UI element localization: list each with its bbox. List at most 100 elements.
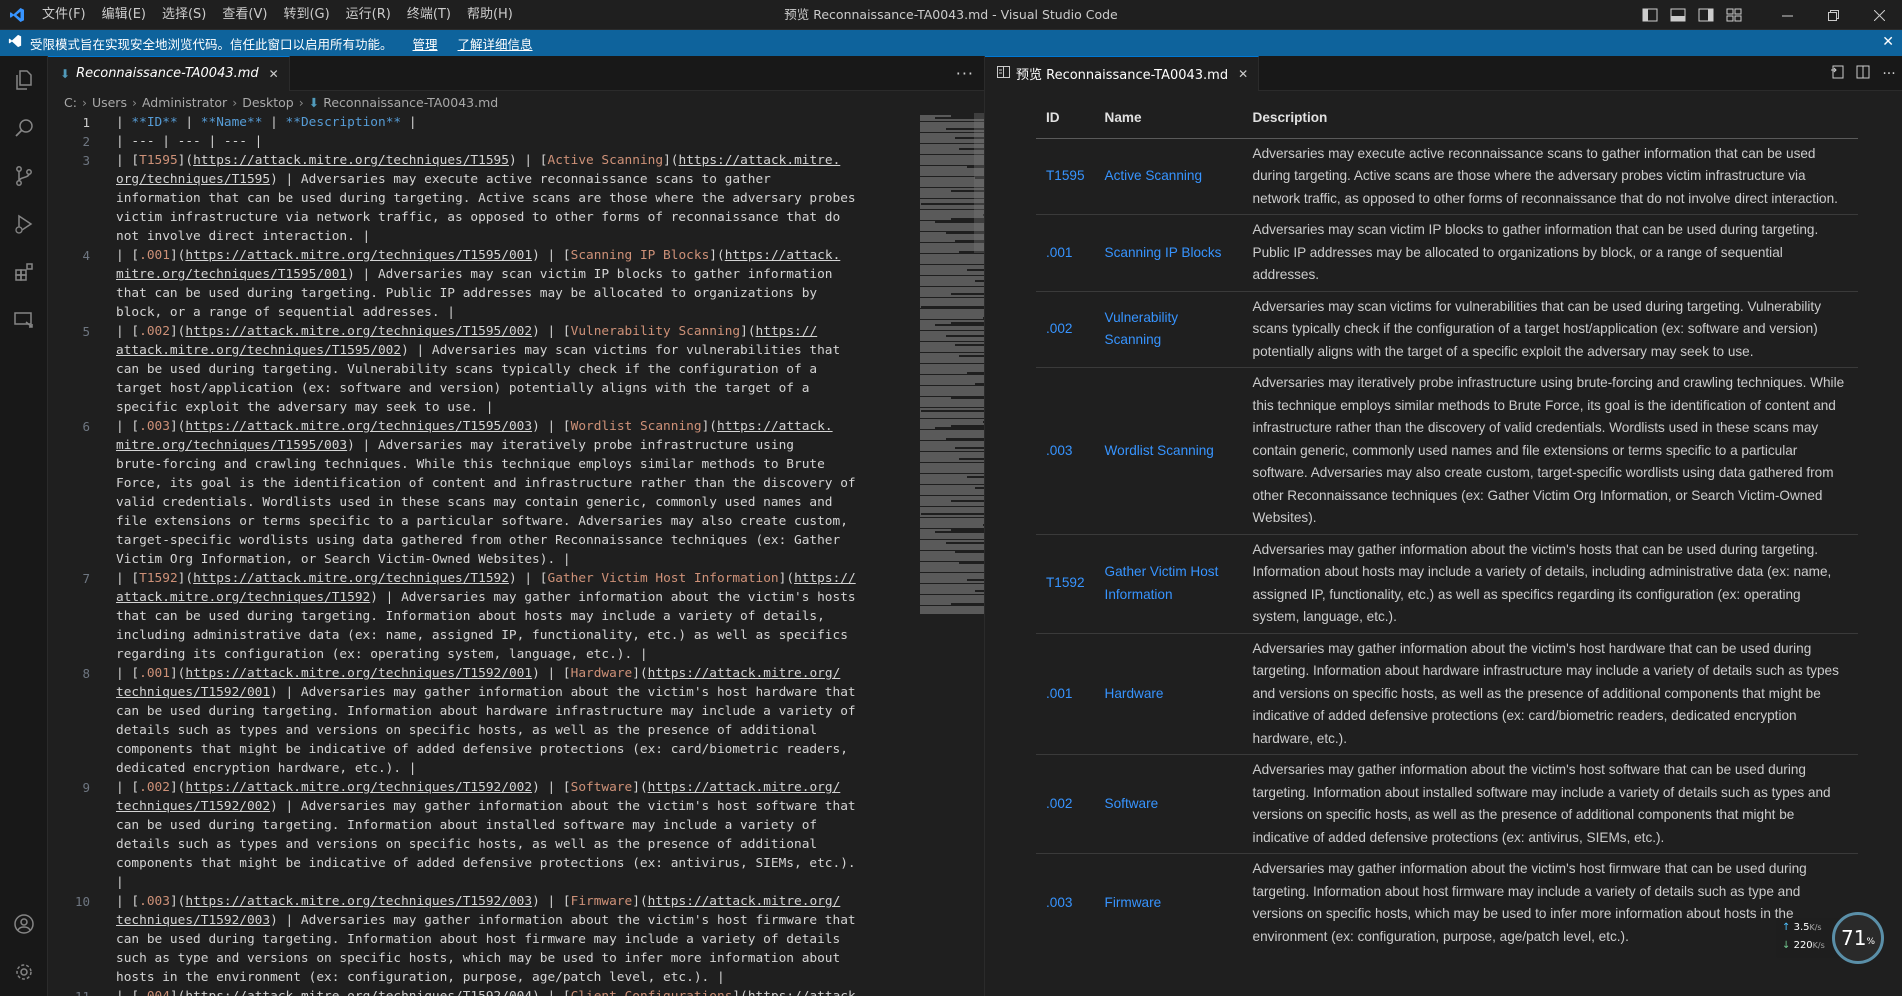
technique-id-link[interactable]: .001 (1036, 214, 1095, 291)
code-line[interactable]: specific exploit the adversary may seek … (116, 398, 916, 417)
technique-id-link[interactable]: .002 (1036, 754, 1095, 854)
extensions-icon[interactable] (0, 248, 48, 296)
technique-name-link[interactable]: Active Scanning (1094, 137, 1243, 215)
code-line[interactable]: | [.002](https://attack.mitre.org/techni… (116, 322, 916, 341)
code-line[interactable]: | **ID** | **Name** | **Description** | (116, 113, 916, 132)
accounts-icon[interactable] (0, 900, 48, 948)
customize-layout-icon[interactable] (1720, 0, 1748, 30)
breadcrumb-item[interactable]: C: (64, 95, 77, 110)
close-window-icon[interactable] (1856, 0, 1902, 30)
technique-name-link[interactable]: Hardware (1094, 632, 1243, 755)
menu-item[interactable]: 选择(S) (154, 0, 214, 30)
scrollbar-thumb[interactable] (974, 113, 984, 253)
banner-learn-more-link[interactable]: 了解详细信息 (458, 34, 533, 53)
menu-item[interactable]: 编辑(E) (94, 0, 154, 30)
code-line[interactable]: brute-forcing and crawling techniques. W… (116, 455, 916, 474)
code-line[interactable]: including administrative data (ex: name,… (116, 626, 916, 645)
breadcrumb-item[interactable]: Users (92, 95, 127, 110)
code-line[interactable]: attack.mitre.org/techniques/T1592) | Adv… (116, 588, 916, 607)
code-line[interactable]: victim infrastructure via network traffi… (116, 208, 916, 227)
menu-item[interactable]: 终端(T) (399, 0, 459, 30)
more-actions-icon[interactable]: ··· (1876, 66, 1902, 82)
code-line[interactable]: can be used during targeting. Informatio… (116, 930, 916, 949)
code-line[interactable]: components that might be indicative of a… (116, 740, 916, 759)
code-line[interactable]: dedicated encryption hardware, etc.). | (116, 759, 916, 778)
code-line[interactable]: | [.001](https://attack.mitre.org/techni… (116, 246, 916, 265)
technique-id-link[interactable]: T1592 (1036, 533, 1095, 633)
split-editor-icon[interactable] (1850, 65, 1876, 83)
code-line[interactable]: target-specific wordlists using data gat… (116, 531, 916, 550)
technique-name-link[interactable]: Gather Victim Host Information (1094, 533, 1243, 633)
code-line[interactable]: information that can be used during targ… (116, 189, 916, 208)
code-line[interactable]: Victim Org Information, or Search Victim… (116, 550, 916, 569)
code-line[interactable]: | [T1592](https://attack.mitre.org/techn… (116, 569, 916, 588)
code-line[interactable]: file extensions or terms specific to a p… (116, 512, 916, 531)
menu-item[interactable]: 运行(R) (338, 0, 399, 30)
code-line[interactable]: valid credentials. Wordlists used in the… (116, 493, 916, 512)
technique-id-link[interactable]: .003 (1036, 367, 1095, 534)
toggle-primary-sidebar-icon[interactable] (1636, 0, 1664, 30)
code-line[interactable]: can be used during targeting. Vulnerabil… (116, 360, 916, 379)
code-line[interactable]: details such as types and versions on sp… (116, 721, 916, 740)
code-line[interactable]: target host/application (ex: software an… (116, 379, 916, 398)
code-line[interactable]: block, or a range of sequential addresse… (116, 303, 916, 322)
code-line[interactable]: | [.002](https://attack.mitre.org/techni… (116, 778, 916, 797)
run-debug-icon[interactable] (0, 200, 48, 248)
code-line[interactable]: Force, its goal is the identification of… (116, 474, 916, 493)
source-control-icon[interactable] (0, 152, 48, 200)
tab-source-file[interactable]: ⬇ Reconnaissance-TA0043.md ✕ (48, 55, 290, 91)
explorer-icon[interactable] (0, 56, 48, 104)
code-line[interactable]: mitre.org/techniques/T1595/003) | Advers… (116, 436, 916, 455)
toggle-secondary-sidebar-icon[interactable] (1692, 0, 1720, 30)
code-line[interactable]: not involve direct interaction. | (116, 227, 916, 246)
technique-id-link[interactable]: T1595 (1036, 137, 1095, 215)
code-line[interactable]: can be used during targeting. Informatio… (116, 816, 916, 835)
close-tab-icon[interactable]: ✕ (269, 67, 279, 81)
breadcrumb-item[interactable]: Reconnaissance-TA0043.md (323, 95, 498, 110)
code-line[interactable]: | [.001](https://attack.mitre.org/techni… (116, 664, 916, 683)
breadcrumb-item[interactable]: Desktop (242, 95, 294, 110)
code-line[interactable]: that can be used during targeting. Publi… (116, 284, 916, 303)
code-line[interactable]: hosts in the environment (ex: configurat… (116, 968, 916, 987)
technique-name-link[interactable]: Vulnerability Scanning (1094, 290, 1243, 368)
network-speed-widget[interactable]: ↑ 3.5K/s ↓ 220K/s 71% (1776, 912, 1888, 968)
code-line[interactable]: | [T1595](https://attack.mitre.org/techn… (116, 151, 916, 170)
code-content[interactable]: | **ID** | **Name** | **Description** | |… (116, 113, 916, 996)
open-source-icon[interactable] (1824, 65, 1850, 83)
technique-id-link[interactable]: .003 (1036, 853, 1095, 952)
menu-item[interactable]: 文件(F) (34, 0, 94, 30)
code-line[interactable]: | (116, 873, 916, 892)
breadcrumb-item[interactable]: Administrator (142, 95, 227, 110)
code-line[interactable]: such as type and versions on specific ho… (116, 949, 916, 968)
usage-gauge[interactable]: 71% (1832, 912, 1884, 964)
menu-item[interactable]: 帮助(H) (459, 0, 521, 30)
code-line[interactable]: techniques/T1592/002) | Adversaries may … (116, 797, 916, 816)
search-icon[interactable] (0, 104, 48, 152)
vertical-scrollbar[interactable] (972, 113, 984, 996)
code-line[interactable]: that can be used during targeting. Infor… (116, 607, 916, 626)
banner-manage-link[interactable]: 管理 (413, 34, 438, 53)
vscode-logo-icon[interactable] (0, 0, 34, 30)
markdown-preview[interactable]: ID Name Description T1595 Active Scanning… (985, 91, 1902, 996)
code-line[interactable]: components that might be indicative of a… (116, 854, 916, 873)
banner-close-icon[interactable]: ✕ (1882, 34, 1894, 50)
technique-name-link[interactable]: Wordlist Scanning (1094, 367, 1243, 534)
code-line[interactable]: can be used during targeting. Informatio… (116, 702, 916, 721)
remote-explorer-icon[interactable] (0, 296, 48, 344)
code-line[interactable]: | [.003](https://attack.mitre.org/techni… (116, 892, 916, 911)
technique-name-link[interactable]: Software (1094, 754, 1243, 854)
code-line[interactable]: org/techniques/T1595) | Adversaries may … (116, 170, 916, 189)
minimize-icon[interactable] (1764, 0, 1810, 30)
menu-item[interactable]: 查看(V) (214, 0, 275, 30)
code-line[interactable]: details such as types and versions on sp… (116, 835, 916, 854)
restore-icon[interactable] (1810, 0, 1856, 30)
code-editor[interactable]: 1 2 3 4 5 6 7 8 9 10 11 | **ID** | **Name** | **De… (48, 113, 984, 996)
code-line[interactable]: techniques/T1592/003) | Adversaries may … (116, 911, 916, 930)
code-line[interactable]: regarding its configuration (ex: operati… (116, 645, 916, 664)
code-line[interactable]: | [.003](https://attack.mitre.org/techni… (116, 417, 916, 436)
code-line[interactable]: | --- | --- | --- | (116, 132, 916, 151)
technique-name-link[interactable]: Firmware (1094, 853, 1243, 952)
code-line[interactable]: techniques/T1592/001) | Adversaries may … (116, 683, 916, 702)
technique-name-link[interactable]: Scanning IP Blocks (1094, 214, 1243, 291)
menu-item[interactable]: 转到(G) (275, 0, 337, 30)
